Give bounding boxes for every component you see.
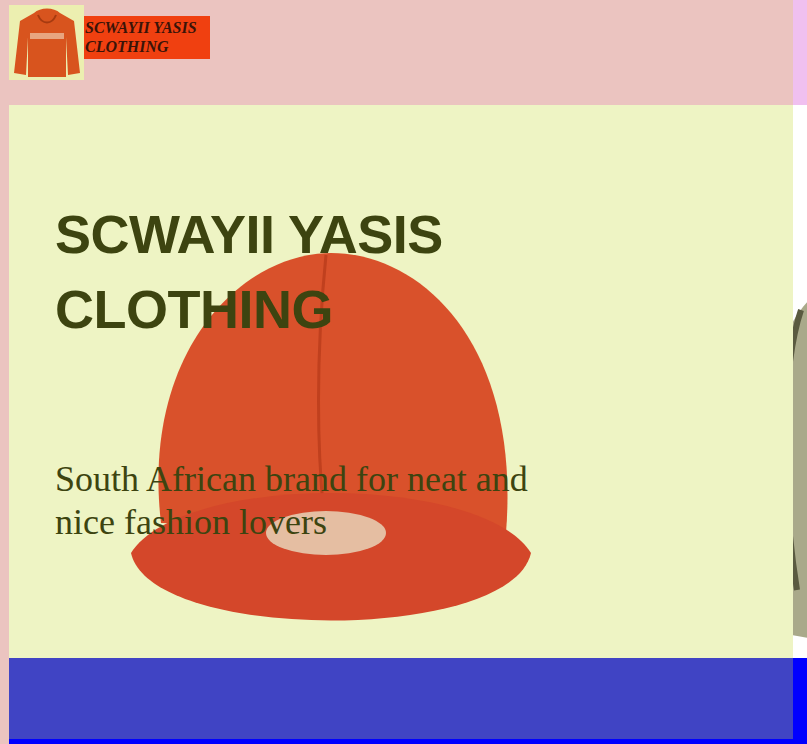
second-cap-image — [793, 290, 807, 640]
site-header: SCWAYII YASIS CLOTHING — [0, 0, 807, 105]
hero-title: SCWAYII YASIS CLOTHING — [55, 197, 615, 347]
brand-label[interactable]: SCWAYII YASIS CLOTHING — [84, 16, 210, 59]
footer-band — [0, 658, 807, 744]
hero-subtitle: South African brand for neat and nice fa… — [55, 458, 575, 544]
hero-section: SCWAYII YASIS CLOTHING South African bra… — [9, 105, 793, 658]
brand-text[interactable]: SCWAYII YASIS CLOTHING — [85, 18, 209, 56]
logo-image[interactable] — [9, 5, 84, 80]
hoodie-icon — [12, 7, 82, 79]
